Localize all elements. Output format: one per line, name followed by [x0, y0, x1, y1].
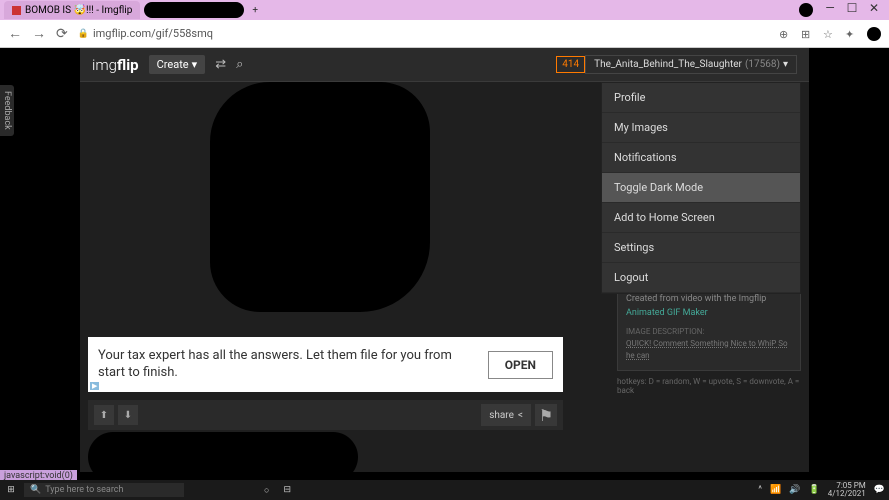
reload-button[interactable]: ⟳ — [56, 26, 68, 42]
flag-button[interactable]: ⚑ — [535, 404, 557, 426]
shuffle-icon[interactable]: ⇄ — [215, 57, 226, 72]
dropdown-my-images[interactable]: My Images — [602, 113, 800, 143]
star-icon[interactable]: ☆ — [823, 28, 835, 40]
minimize-button[interactable]: — — [825, 3, 835, 13]
dropdown-settings[interactable]: Settings — [602, 233, 800, 263]
action-bar: ⬆ ⬇ share< ⚑ — [88, 400, 563, 430]
share-button[interactable]: share< — [481, 404, 531, 426]
volume-icon[interactable]: 🔊 — [789, 485, 800, 495]
create-button[interactable]: Create▾ — [149, 55, 206, 74]
upvote-button[interactable]: ⬆ — [94, 405, 114, 425]
user-area: 414 The_Anita_Behind_The_Slaughter (1756… — [556, 55, 797, 74]
url-text: imgflip.com/gif/558smq — [93, 27, 213, 40]
image-desc-label: IMAGE DESCRIPTION: — [626, 326, 792, 338]
redacted-icon — [799, 3, 813, 17]
cortana-icon[interactable]: ○ — [264, 485, 269, 496]
battery-icon[interactable]: 🔋 — [808, 485, 819, 495]
redacted-avatar — [867, 27, 881, 41]
ad-open-button[interactable]: OPEN — [488, 351, 553, 379]
user-count: (17568) — [745, 59, 780, 70]
close-button[interactable]: ✕ — [869, 3, 879, 13]
gif-maker-link[interactable]: Animated GIF Maker — [626, 308, 708, 318]
system-tray: ^ 📶 🔊 🔋 7:05 PM 4/12/2021 💬 — [758, 482, 885, 498]
notifications-icon[interactable]: 💬 — [874, 485, 885, 495]
search-placeholder: Type here to search — [45, 485, 123, 495]
address-bar: ← → ⟳ 🔒 imgflip.com/gif/558smq ⊕ ⊞ ☆ ✦ — [0, 20, 889, 48]
hotkeys-hint: hotkeys: D = random, W = upvote, S = dow… — [617, 377, 801, 395]
extension-icons: ⊕ ⊞ ☆ ✦ — [779, 27, 881, 41]
taskbar-app-icons: ○ ⊟ — [264, 485, 291, 496]
search-icon: 🔍 — [30, 485, 41, 495]
tray-chevron-icon[interactable]: ^ — [758, 485, 762, 495]
chevron-down-icon: ▾ — [192, 58, 198, 71]
user-dropdown-menu: Profile My Images Notifications Toggle D… — [601, 82, 801, 294]
start-button[interactable]: ⊞ — [4, 483, 18, 497]
content-area: Your tax expert has all the answers. Let… — [80, 82, 609, 472]
maximize-button[interactable]: ☐ — [847, 3, 857, 13]
window-controls: — ☐ ✕ — [799, 3, 885, 17]
dropdown-toggle-dark-mode[interactable]: Toggle Dark Mode — [602, 173, 800, 203]
dropdown-profile[interactable]: Profile — [602, 83, 800, 113]
wifi-icon[interactable]: 📶 — [770, 485, 781, 495]
chevron-down-icon: ▾ — [783, 59, 788, 70]
taskview-icon[interactable]: ⊟ — [283, 485, 291, 496]
site-header: imgflip Create▾ ⇄ ⌕ 414 The_Anita_Behind… — [80, 48, 809, 82]
points-badge[interactable]: 414 — [556, 56, 585, 73]
translate-icon[interactable]: ⊕ — [779, 28, 791, 40]
ad-banner[interactable]: Your tax expert has all the answers. Let… — [88, 337, 563, 392]
dropdown-add-home[interactable]: Add to Home Screen — [602, 203, 800, 233]
tab-title: BOMOB IS 🤯!!! - Imgflip — [25, 5, 132, 16]
browser-tab[interactable]: BOMOB IS 🤯!!! - Imgflip — [4, 1, 140, 19]
ad-text: Your tax expert has all the answers. Let… — [98, 348, 478, 382]
puzzle-icon[interactable]: ✦ — [845, 28, 857, 40]
created-text: Created from video with the Imgflip — [626, 294, 766, 304]
share-icon: < — [518, 410, 523, 421]
logo[interactable]: imgflip — [92, 56, 139, 74]
username-dropdown[interactable]: The_Anita_Behind_The_Slaughter (17568) ▾ — [585, 55, 797, 74]
browser-tab-bar: BOMOB IS 🤯!!! - Imgflip + — ☐ ✕ — [0, 0, 889, 20]
dropdown-logout[interactable]: Logout — [602, 263, 800, 293]
username: The_Anita_Behind_The_Slaughter — [594, 59, 742, 70]
dropdown-notifications[interactable]: Notifications — [602, 143, 800, 173]
ad-badge: ▶ — [90, 382, 99, 390]
taskbar-search[interactable]: 🔍 Type here to search — [24, 483, 184, 497]
action-right: share< ⚑ — [481, 404, 557, 426]
redacted-comments — [88, 432, 358, 482]
install-icon[interactable]: ⊞ — [801, 28, 813, 40]
lock-icon: 🔒 — [78, 29, 89, 39]
search-icon[interactable]: ⌕ — [236, 57, 243, 72]
favicon — [12, 6, 21, 15]
redacted-tab — [144, 2, 244, 18]
vote-buttons: ⬆ ⬇ — [94, 405, 138, 425]
redacted-image — [210, 82, 430, 312]
image-desc: QUICK! Comment Something Nice to WhiP So… — [626, 338, 792, 362]
downvote-button[interactable]: ⬇ — [118, 405, 138, 425]
clock[interactable]: 7:05 PM 4/12/2021 — [828, 482, 866, 498]
back-button[interactable]: ← — [8, 25, 22, 42]
forward-button[interactable]: → — [32, 25, 46, 42]
url-box[interactable]: 🔒 imgflip.com/gif/558smq — [78, 27, 769, 40]
sidebar-info-box: Created from video with the Imgflip Anim… — [617, 284, 801, 371]
feedback-tab[interactable]: Feedback — [0, 85, 14, 136]
new-tab-button[interactable]: + — [252, 5, 258, 16]
taskbar: ⊞ 🔍 Type here to search ○ ⊟ ^ 📶 🔊 🔋 7:05… — [0, 480, 889, 500]
